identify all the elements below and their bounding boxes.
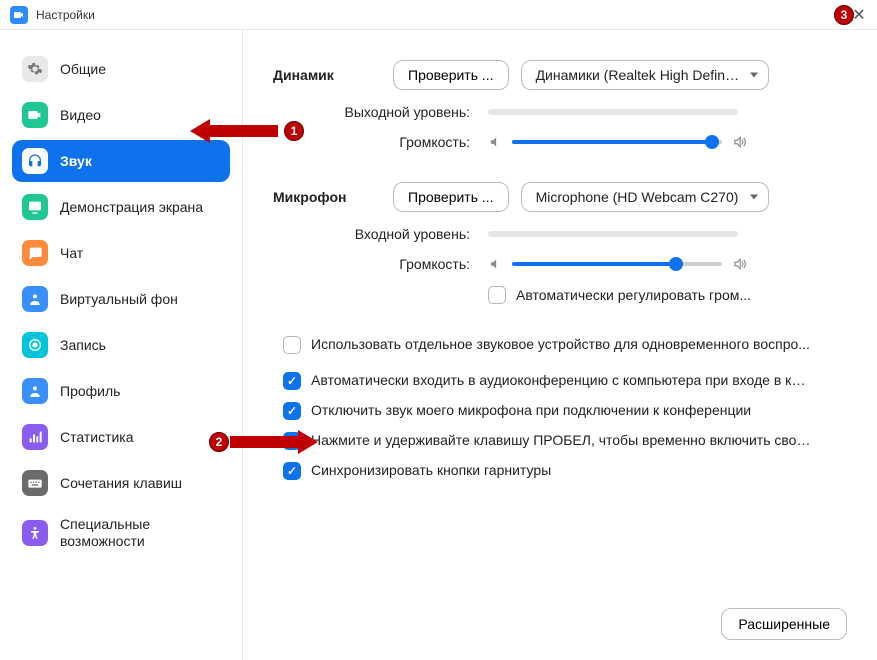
output-level-label: Выходной уровень: [273, 104, 488, 120]
volume-high-icon [732, 257, 746, 271]
sidebar-item-general[interactable]: Общие [12, 48, 230, 90]
separate-device-label: Использовать отдельное звуковое устройст… [311, 336, 810, 352]
video-icon [22, 102, 48, 128]
volume-low-icon [488, 257, 502, 271]
keyboard-icon [22, 470, 48, 496]
annotation-badge-1: 1 [284, 121, 304, 141]
auto-join-checkbox[interactable] [283, 372, 301, 390]
headphones-icon [22, 148, 48, 174]
virtual-bg-icon [22, 286, 48, 312]
record-icon [22, 332, 48, 358]
accessibility-icon [22, 520, 48, 546]
auto-adjust-label: Автоматически регулировать гром... [516, 287, 751, 303]
annotation-badge-3: 3 [834, 5, 854, 25]
test-speaker-button[interactable]: Проверить ... [393, 60, 509, 90]
auto-adjust-checkbox[interactable] [488, 286, 506, 304]
sidebar-item-label: Виртуальный фон [60, 291, 178, 308]
sidebar-item-audio[interactable]: Звук [12, 140, 230, 182]
test-mic-button[interactable]: Проверить ... [393, 182, 509, 212]
profile-icon [22, 378, 48, 404]
sidebar-item-label: Демонстрация экрана [60, 199, 203, 216]
sidebar-item-chat[interactable]: Чат [12, 232, 230, 274]
speaker-volume-label: Громкость: [273, 134, 488, 150]
advanced-button[interactable]: Расширенные [721, 608, 847, 640]
push-to-talk-label: Нажмите и удерживайте клавишу ПРОБЕЛ, чт… [311, 432, 811, 448]
mic-title: Микрофон [273, 189, 393, 205]
sidebar-item-background[interactable]: Виртуальный фон [12, 278, 230, 320]
push-to-talk-checkbox[interactable] [283, 432, 301, 450]
content-panel: Динамик Проверить ... Динамики (Realtek … [243, 30, 877, 660]
sidebar-item-shortcuts[interactable]: Сочетания клавиш [12, 462, 230, 504]
sync-headset-checkbox[interactable] [283, 462, 301, 480]
titlebar: Настройки ✕ [0, 0, 877, 30]
sidebar-item-label: Звук [60, 153, 92, 170]
sidebar-item-label: Профиль [60, 383, 120, 400]
stats-icon [22, 424, 48, 450]
input-level-label: Входной уровень: [273, 226, 488, 242]
mute-on-join-checkbox[interactable] [283, 402, 301, 420]
sync-headset-label: Синхронизировать кнопки гарнитуры [311, 462, 551, 478]
volume-low-icon [488, 135, 502, 149]
chat-icon [22, 240, 48, 266]
speaker-device-dropdown[interactable]: Динамики (Realtek High Definitio... [521, 60, 769, 90]
sidebar-item-label: Специальные возможности [60, 516, 220, 550]
gear-icon [22, 56, 48, 82]
share-screen-icon [22, 194, 48, 220]
sidebar-item-share[interactable]: Демонстрация экрана [12, 186, 230, 228]
volume-high-icon [732, 135, 746, 149]
sidebar-item-accessibility[interactable]: Специальные возможности [12, 508, 230, 558]
mic-volume-label: Громкость: [273, 256, 488, 272]
input-level-meter [488, 231, 738, 237]
sidebar: Общие Видео Звук Демонстрация экрана Чат [0, 30, 243, 660]
auto-join-label: Автоматически входить в аудиоконференцию… [311, 372, 811, 388]
window-title: Настройки [36, 8, 95, 22]
sidebar-item-label: Общие [60, 61, 106, 78]
mic-device-dropdown[interactable]: Microphone (HD Webcam C270) [521, 182, 769, 212]
sidebar-item-label: Запись [60, 337, 106, 354]
mute-on-join-label: Отключить звук моего микрофона при подкл… [311, 402, 751, 418]
speaker-title: Динамик [273, 67, 393, 83]
sidebar-item-statistics[interactable]: Статистика [12, 416, 230, 458]
sidebar-item-label: Статистика [60, 429, 134, 446]
sidebar-item-label: Чат [60, 245, 83, 262]
separate-device-checkbox[interactable] [283, 336, 301, 354]
sidebar-item-video[interactable]: Видео [12, 94, 230, 136]
mic-volume-slider[interactable] [512, 262, 722, 266]
sidebar-item-label: Сочетания клавиш [60, 475, 182, 492]
output-level-meter [488, 109, 738, 115]
annotation-badge-2: 2 [209, 432, 229, 452]
sidebar-item-label: Видео [60, 107, 101, 124]
sidebar-item-recording[interactable]: Запись [12, 324, 230, 366]
app-icon [10, 6, 28, 24]
sidebar-item-profile[interactable]: Профиль [12, 370, 230, 412]
speaker-volume-slider[interactable] [512, 140, 722, 144]
